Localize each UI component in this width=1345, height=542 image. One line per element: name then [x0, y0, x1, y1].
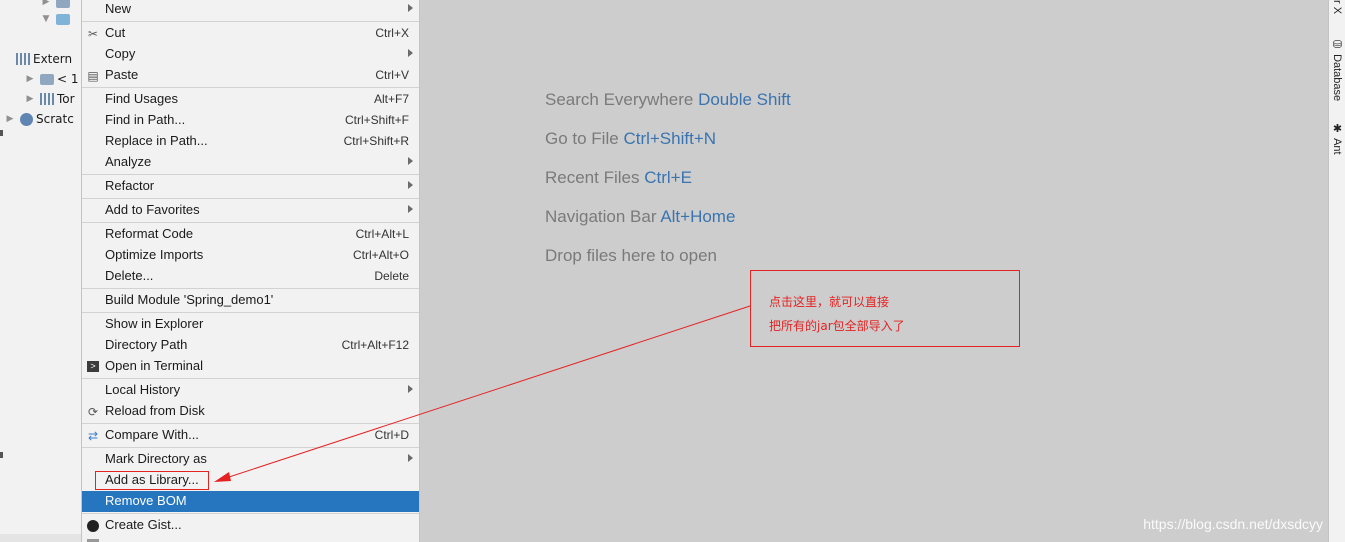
annotation-arrow [214, 305, 751, 482]
tab-label: Database [1331, 54, 1343, 102]
arrow-head-icon [214, 472, 231, 482]
tab-database[interactable]: ⛁ Database [1331, 38, 1344, 101]
ant-icon: ✱ [1331, 122, 1343, 139]
arrow-line [225, 305, 751, 479]
tab-partial[interactable]: r X [1331, 0, 1343, 14]
right-toolwindow-strip: r X ⛁ Database ✱ Ant [1328, 0, 1345, 542]
watermark-text: https://blog.csdn.net/dxsdcyy [1143, 516, 1323, 532]
tab-ant[interactable]: ✱ Ant [1331, 122, 1344, 155]
database-icon: ⛁ [1331, 38, 1343, 55]
tab-label: Ant [1331, 138, 1343, 155]
tab-label: r X [1331, 0, 1343, 15]
